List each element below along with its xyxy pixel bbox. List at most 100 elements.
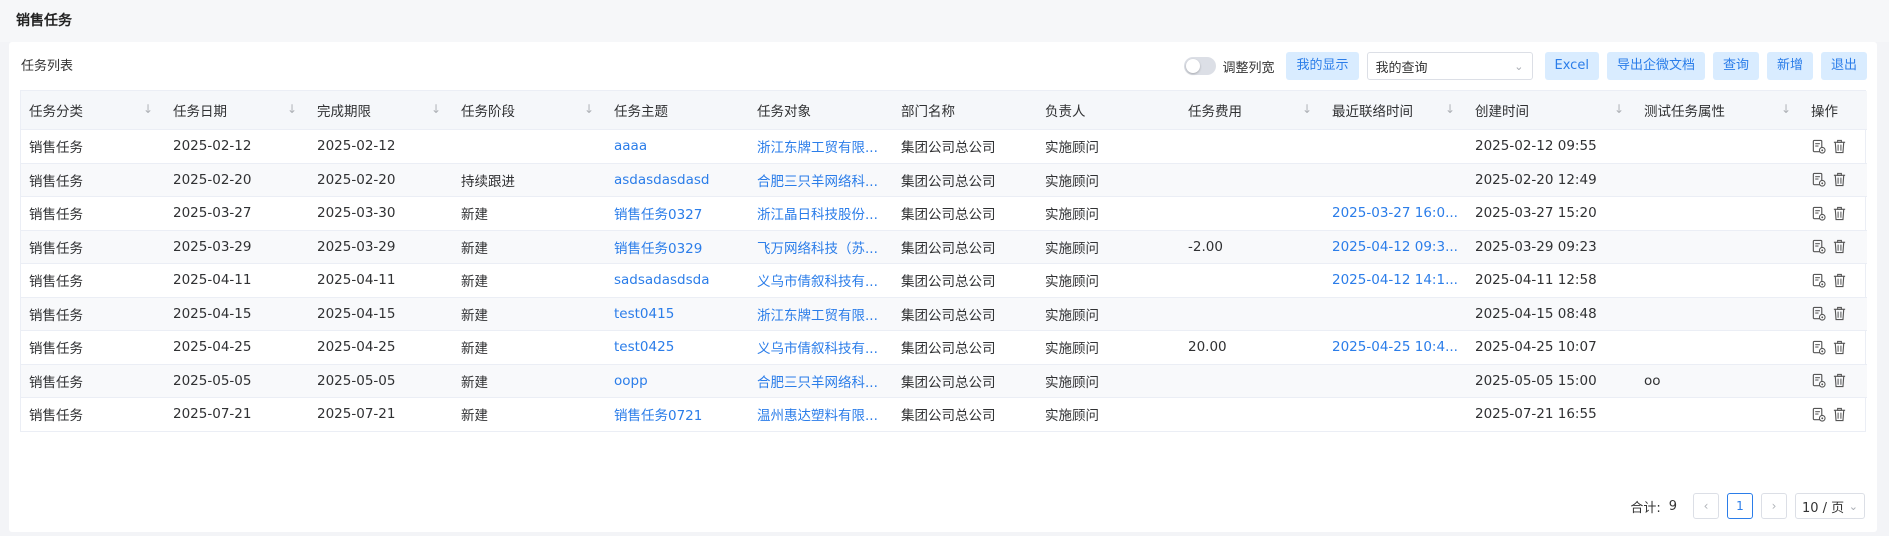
sort-arrow-icon[interactable]: ↓ (431, 102, 441, 116)
sort-arrow-icon[interactable]: ↓ (1302, 102, 1312, 116)
subject-link[interactable]: oopp (606, 364, 749, 398)
edit-doc-icon[interactable] (1811, 407, 1826, 422)
deadline-cell: 2025-04-11 (309, 263, 453, 298)
target-link[interactable]: 浙江东牌工贸有限... (749, 129, 893, 164)
last-contact-link[interactable]: 2025-04-12 14:1... (1324, 263, 1467, 298)
table-row[interactable]: 销售任务 2025-02-12 2025-02-12 aaaa 浙江东牌工贸有限... 集… (21, 129, 1867, 164)
actions-cell (1803, 163, 1867, 197)
table-row[interactable]: 销售任务 2025-02-20 2025-02-20 持续跟进 asdasdasdasd… (21, 163, 1867, 197)
sort-arrow-icon[interactable]: ↓ (584, 102, 594, 116)
adjust-column-width-switch[interactable]: 调整列宽 (1184, 57, 1274, 76)
trash-icon[interactable] (1832, 373, 1847, 388)
edit-doc-icon[interactable] (1811, 273, 1826, 288)
task-date-cell: 2025-07-21 (173, 406, 252, 423)
column-header[interactable]: 任务日期 ↓ (165, 91, 309, 130)
excel-button[interactable]: Excel (1544, 52, 1599, 80)
target-link[interactable]: 合肥三只羊网络科... (749, 163, 893, 197)
table-row[interactable]: 销售任务 2025-07-21 2025-07-21 新建 销售任务0721 温州惠达塑料… (21, 398, 1867, 431)
sort-arrow-icon[interactable]: ↓ (1614, 102, 1624, 116)
column-header[interactable]: 测试任务属性 ↓ (1636, 91, 1803, 130)
trash-icon[interactable] (1832, 340, 1847, 355)
target-link[interactable]: 浙江晶日科技股份... (749, 196, 893, 231)
last-contact-link[interactable]: 2025-03-27 16:0... (1324, 196, 1467, 231)
table-row[interactable]: 销售任务 2025-05-05 2025-05-05 新建 oopp 合肥三只羊网络科..… (21, 364, 1867, 398)
table-row[interactable]: 销售任务 2025-03-29 2025-03-29 新建 销售任务0329 飞万网络科技… (21, 230, 1867, 264)
subject-link[interactable]: test0425 (606, 330, 749, 365)
edit-doc-icon[interactable] (1811, 373, 1826, 388)
last-contact-link[interactable] (1324, 297, 1467, 331)
add-button[interactable]: 新增 (1766, 52, 1813, 80)
created-time-cell: 2025-04-25 10:07 (1467, 330, 1636, 365)
target-link[interactable]: 温州惠达塑料有限... (749, 398, 893, 431)
subject-link[interactable]: 销售任务0329 (606, 230, 749, 264)
last-contact-link[interactable] (1324, 364, 1467, 398)
sort-arrow-icon[interactable]: ↓ (143, 102, 153, 116)
edit-doc-icon[interactable] (1811, 172, 1826, 187)
column-header[interactable]: 任务费用 ↓ (1180, 91, 1324, 130)
subject-link[interactable]: 销售任务0327 (606, 196, 749, 231)
target-link[interactable]: 合肥三只羊网络科... (749, 364, 893, 398)
target-link[interactable]: 义乌市倩叙科技有... (749, 263, 893, 298)
edit-doc-icon[interactable] (1811, 306, 1826, 321)
sort-arrow-icon[interactable]: ↓ (1781, 102, 1791, 116)
trash-icon[interactable] (1832, 206, 1847, 221)
stage-cell: 新建 (453, 230, 606, 264)
trash-icon[interactable] (1832, 407, 1847, 422)
actions-cell (1803, 129, 1867, 164)
category-cell: 销售任务 (21, 129, 165, 164)
edit-doc-icon[interactable] (1811, 239, 1826, 254)
subject-link[interactable]: test0415 (606, 297, 749, 331)
subject-link[interactable]: asdasdasdasd (606, 163, 749, 197)
chevron-left-icon: ‹ (1703, 499, 1709, 513)
table-row[interactable]: 销售任务 2025-04-11 2025-04-11 新建 sadsadasdsda 义乌… (21, 263, 1867, 298)
edit-doc-icon[interactable] (1811, 206, 1826, 221)
subject-link[interactable]: aaaa (606, 129, 749, 164)
page-number-button[interactable]: 1 (1727, 493, 1753, 519)
deadline-cell: 2025-02-12 (309, 129, 453, 164)
table-row[interactable]: 销售任务 2025-03-27 2025-03-30 新建 销售任务0327 浙江晶日科技… (21, 196, 1867, 231)
subject-link[interactable]: 销售任务0721 (606, 398, 749, 431)
trash-icon[interactable] (1832, 172, 1847, 187)
last-contact-link[interactable] (1324, 398, 1467, 431)
trash-icon[interactable] (1832, 239, 1847, 254)
column-header[interactable]: 任务阶段 ↓ (453, 91, 606, 130)
my-display-button[interactable]: 我的显示 (1286, 52, 1359, 80)
query-select[interactable]: 我的查询 ⌄ (1366, 52, 1533, 80)
column-header[interactable]: 任务分类 ↓ (21, 91, 165, 130)
target-link[interactable]: 浙江东牌工贸有限... (749, 297, 893, 331)
column-header[interactable]: 创建时间 ↓ (1467, 91, 1636, 130)
subject-link[interactable]: sadsadasdsda (606, 263, 749, 298)
target-link[interactable]: 义乌市倩叙科技有... (749, 330, 893, 365)
exit-button[interactable]: 退出 (1820, 52, 1867, 80)
department-cell: 集团公司总公司 (901, 408, 996, 425)
sort-arrow-icon[interactable]: ↓ (1445, 102, 1455, 116)
query-button[interactable]: 查询 (1712, 52, 1759, 80)
chevron-down-icon: ⌄ (1848, 499, 1858, 513)
next-page-button[interactable]: › (1761, 493, 1787, 519)
last-contact-link[interactable] (1324, 129, 1467, 164)
last-contact-link[interactable] (1324, 163, 1467, 197)
target-link[interactable]: 飞万网络科技（苏... (749, 230, 893, 264)
category-cell: 销售任务 (21, 364, 165, 398)
edit-doc-icon[interactable] (1811, 340, 1826, 355)
last-contact-link[interactable]: 2025-04-25 10:4... (1324, 330, 1467, 365)
task-date-cell: 2025-03-29 (165, 230, 309, 264)
test-attr-cell (1636, 330, 1803, 365)
prev-page-button[interactable]: ‹ (1693, 493, 1719, 519)
toggle-icon[interactable] (1184, 57, 1217, 75)
table-row[interactable]: 销售任务 2025-04-15 2025-04-15 新建 test0415 浙江东牌工贸… (21, 297, 1867, 331)
page-size-select[interactable]: 10 / 页 ⌄ (1795, 493, 1865, 519)
table-row[interactable]: 销售任务 2025-04-25 2025-04-25 新建 test0425 义乌市倩叙科… (21, 330, 1867, 365)
trash-icon[interactable] (1832, 306, 1847, 321)
column-header[interactable]: 完成期限 ↓ (309, 91, 453, 130)
fee-cell: -2.00 (1180, 230, 1324, 264)
sort-arrow-icon[interactable]: ↓ (287, 102, 297, 116)
chevron-down-icon: ⌄ (1514, 59, 1524, 73)
export-doc-button[interactable]: 导出企微文档 (1606, 52, 1705, 80)
last-contact-link[interactable]: 2025-04-12 09:3... (1324, 230, 1467, 264)
edit-doc-icon[interactable] (1811, 139, 1826, 154)
trash-icon[interactable] (1832, 139, 1847, 154)
trash-icon[interactable] (1832, 273, 1847, 288)
actions-cell (1803, 297, 1867, 331)
column-header[interactable]: 最近联络时间 ↓ (1324, 91, 1467, 130)
